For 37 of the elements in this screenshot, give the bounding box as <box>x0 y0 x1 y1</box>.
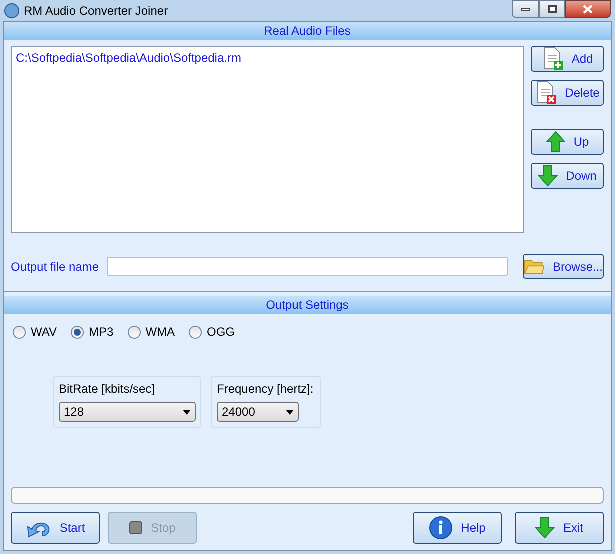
document-add-icon <box>542 47 564 71</box>
group-label: BitRate [kbits/sec] <box>59 381 156 398</box>
arrow-down-icon <box>538 165 558 187</box>
arrow-up-icon <box>546 131 566 153</box>
output-file-field[interactable] <box>107 257 508 276</box>
format-radio[interactable]: OGG <box>189 323 236 341</box>
file-list[interactable]: C:\Softpedia\Softpedia\Audio\Softpedia.rm <box>11 46 524 233</box>
section-header: Real Audio Files <box>4 22 611 40</box>
up-button[interactable]: Up <box>531 129 604 155</box>
section-header: Output Settings <box>4 296 611 314</box>
app-icon <box>4 2 20 18</box>
dropdown[interactable]: 128 <box>59 402 196 422</box>
dropdown-caret-icon <box>286 410 294 414</box>
delete-button[interactable]: Delete <box>531 80 604 106</box>
format-radio[interactable]: WMA <box>128 323 176 341</box>
format-radio[interactable]: WAV <box>13 323 57 341</box>
down-button[interactable]: Down <box>531 163 604 189</box>
file-item[interactable]: C:\Softpedia\Softpedia\Audio\Softpedia.rm <box>16 49 519 67</box>
group-label: Frequency [hertz]: <box>217 381 315 398</box>
exit-button[interactable]: Exit <box>515 512 604 544</box>
close-icon <box>583 4 593 14</box>
stop-icon <box>129 521 144 535</box>
output-file-label: Output file name <box>11 258 100 276</box>
dropdown[interactable]: 24000 <box>217 402 299 422</box>
close-button[interactable] <box>565 0 611 18</box>
browse-button[interactable]: Browse... <box>523 254 604 279</box>
maximize-button[interactable] <box>539 0 565 18</box>
window-title: RM Audio Converter Joiner <box>24 2 168 20</box>
minimize-button[interactable] <box>512 0 539 18</box>
format-radio[interactable]: MP3 <box>71 323 114 341</box>
info-icon <box>429 516 454 540</box>
start-button[interactable]: Start <box>11 512 100 544</box>
add-button[interactable]: Add <box>531 46 604 72</box>
help-button[interactable]: Help <box>413 512 502 544</box>
arrow-down-icon <box>535 517 556 539</box>
document-delete-icon <box>535 81 558 105</box>
dropdown-caret-icon <box>183 410 191 414</box>
